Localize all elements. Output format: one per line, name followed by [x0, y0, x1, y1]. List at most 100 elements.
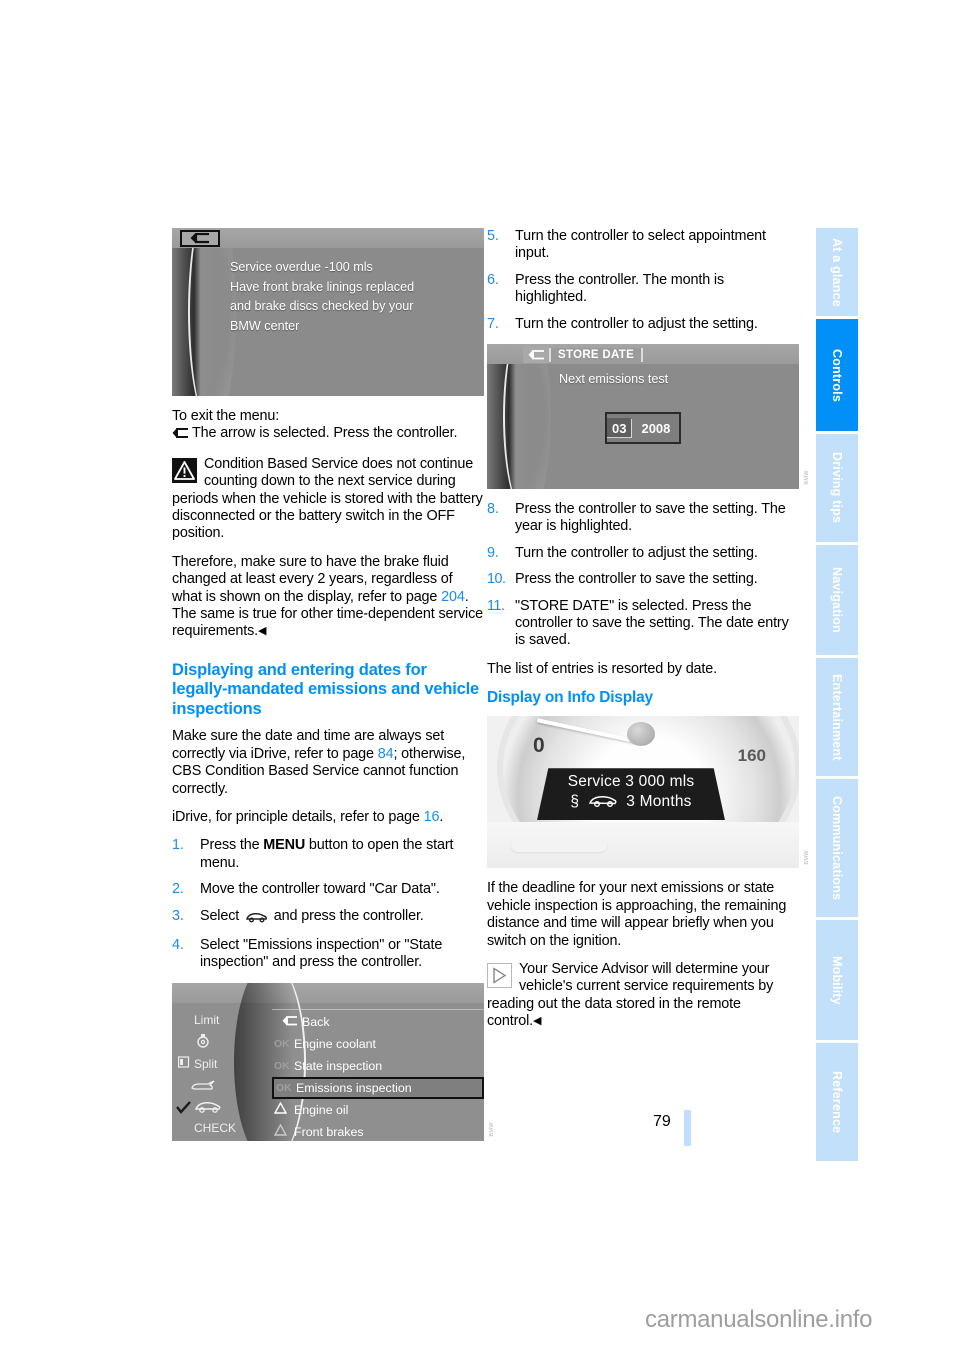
menu-item-state-inspection[interactable]: OK State inspection — [272, 1055, 484, 1077]
menu-item-back[interactable]: Back — [272, 1011, 484, 1033]
tab-label: Mobility — [830, 955, 844, 1005]
step-text: Press the controller to save the setting… — [515, 501, 786, 535]
date-entry-field[interactable]: 03 2008 — [605, 412, 682, 445]
row-prefix-ok: OK — [276, 1081, 292, 1094]
screen-label-next-emissions-test: Next emissions test — [559, 372, 669, 387]
menu-divider — [272, 1008, 484, 1010]
figure-reference-code: BMW — [804, 849, 810, 865]
menu-item-label: Front brakes — [294, 1124, 364, 1139]
section-tab-rail: At a glance Controls Driving tips Naviga… — [816, 228, 858, 1164]
list-item: 5. Turn the controller to select appointm… — [487, 228, 799, 263]
left-item-limit: Limit — [194, 1012, 220, 1027]
list-item: 4. Select "Emissions inspection" or "Stat… — [172, 937, 484, 972]
oil-can-icon — [190, 1079, 216, 1096]
step-number: 4. — [172, 937, 184, 954]
left-item-check: CHECK — [194, 1120, 237, 1135]
checkmark-icon — [176, 1101, 191, 1117]
exit-menu-text: The arrow is selected. Press the control… — [192, 425, 458, 442]
warning-triangle-icon — [273, 1101, 294, 1117]
page-number: 79 — [653, 1113, 671, 1130]
idrive-screen-car-data-menu: Limit Split CHECK Back OK Engine coolant… — [172, 982, 484, 1141]
figure-reference-code: BMW — [804, 470, 810, 486]
info-triangle-icon — [487, 962, 512, 988]
exit-menu-instruction: The arrow is selected. Press the control… — [172, 425, 484, 444]
cluster-rim-highlight — [511, 838, 607, 853]
idrive-text-post: . — [439, 809, 444, 825]
store-date-button[interactable]: STORE DATE — [549, 347, 644, 362]
screen-titlebar: STORE DATE — [523, 346, 644, 364]
step-text: Turn the controller to adjust the settin… — [515, 315, 758, 332]
page-reference-16[interactable]: 16 — [424, 809, 440, 825]
page-reference-84[interactable]: 84 — [378, 746, 394, 762]
sidebar-tab-entertainment[interactable]: Entertainment — [816, 658, 858, 776]
step-number: 6. — [487, 271, 499, 288]
step-text: Select "Emissions inspection" or "State … — [200, 937, 443, 971]
list-item: 3. Select and press the controller. — [172, 908, 484, 928]
sidebar-tab-navigation[interactable]: Navigation — [816, 545, 858, 655]
right-content-column: 5. Turn the controller to select appointm… — [487, 228, 810, 1042]
tab-label: At a glance — [830, 237, 844, 307]
car-side-icon — [194, 1099, 222, 1117]
step-text-pre: Press the — [200, 837, 264, 854]
sidebar-tab-mobility[interactable]: Mobility — [816, 920, 858, 1040]
menu-item-engine-oil[interactable]: Engine oil — [272, 1099, 484, 1121]
step-text: Turn the controller to select appointmen… — [515, 228, 766, 262]
sidebar-tab-communications[interactable]: Communications — [816, 779, 858, 917]
menu-item-label: Engine coolant — [294, 1036, 376, 1051]
list-item: 11. "STORE DATE" is selected. Press the c… — [487, 598, 799, 650]
sidebar-tab-reference[interactable]: Reference — [816, 1043, 858, 1161]
step-text: Turn the controller to adjust the settin… — [515, 544, 758, 561]
step-text: "STORE DATE" is selected. Press the cont… — [515, 597, 789, 649]
resort-note: The list of entries is resorted by date. — [487, 660, 717, 677]
back-arrow-icon[interactable] — [523, 346, 549, 364]
subsection-heading: Display on Info Display — [487, 689, 653, 707]
menu-item-label: Back — [302, 1014, 330, 1029]
screen-message: Service overdue -100 mls Have front brak… — [230, 258, 470, 336]
warning-note-text: Condition Based Service does not continu… — [172, 455, 483, 542]
step-number: 8. — [487, 501, 499, 518]
idrive-menu-list: Back OK Engine coolant OK State inspecti… — [272, 1011, 484, 1141]
scale-max-label: 160 — [737, 746, 766, 766]
split-icon — [177, 1056, 190, 1071]
idrive-text-pre: iDrive, for principle details, refer to … — [172, 809, 424, 825]
tab-label: Driving tips — [830, 452, 844, 524]
menu-item-engine-coolant[interactable]: OK Engine coolant — [272, 1033, 484, 1055]
page-reference-204[interactable]: 204 — [441, 589, 465, 605]
back-arrow-icon — [172, 427, 189, 444]
service-advisor-text: Your Service Advisor will determine your… — [487, 960, 774, 1030]
left-item-split: Split — [194, 1056, 218, 1071]
message-line: Service overdue -100 mls — [230, 260, 373, 274]
menu-item-front-brakes[interactable]: Front brakes — [272, 1121, 484, 1141]
step-number: 3. — [172, 907, 184, 924]
month-value[interactable]: 03 — [607, 418, 632, 439]
year-value[interactable]: 2008 — [631, 418, 679, 438]
exit-menu-heading: To exit the menu: — [172, 408, 280, 424]
tab-label: Reference — [830, 1070, 844, 1134]
service-advisor-note: Your Service Advisor will determine your… — [487, 961, 799, 1031]
list-item: 6. Press the controller. The month is hig… — [487, 272, 799, 307]
message-line: and brake discs checked by your — [230, 299, 414, 313]
left-content-column: Service overdue -100 mls Have front brak… — [172, 228, 495, 1153]
back-arrow-icon[interactable] — [180, 230, 220, 247]
step-text: Press the controller. The month is highl… — [515, 271, 724, 306]
step-number: 9. — [487, 544, 499, 561]
warning-triangle-icon — [172, 457, 197, 483]
list-item: 10. Press the controller to save the sett… — [487, 571, 799, 588]
deadline-paragraph: If the deadline for your next emissions … — [487, 880, 787, 949]
menu-item-label: State inspection — [294, 1058, 383, 1073]
step-number: 7. — [487, 315, 499, 332]
sidebar-tab-controls[interactable]: Controls — [816, 319, 858, 431]
idrive-screen-service-overdue: Service overdue -100 mls Have front brak… — [172, 228, 484, 396]
sidebar-tab-driving-tips[interactable]: Driving tips — [816, 434, 858, 542]
message-line: BMW center — [230, 318, 300, 333]
sidebar-tab-at-a-glance[interactable]: At a glance — [816, 228, 858, 316]
step-number: 1. — [172, 837, 184, 854]
info-display-panel: Service 3 000 mls § 3 Months — [537, 768, 725, 821]
idrive-paragraph: iDrive, for principle details, refer to … — [172, 809, 484, 826]
info-line-service-time: § 3 Months — [537, 793, 725, 813]
page-number-bar — [684, 1110, 691, 1146]
figure-reference-code: BMW — [489, 1122, 495, 1137]
menu-item-emissions-inspection[interactable]: OK Emissions inspection — [272, 1076, 484, 1099]
brake-fluid-text-pre: Therefore, make sure to have the brake f… — [172, 553, 453, 605]
step-number: 5. — [487, 228, 499, 244]
